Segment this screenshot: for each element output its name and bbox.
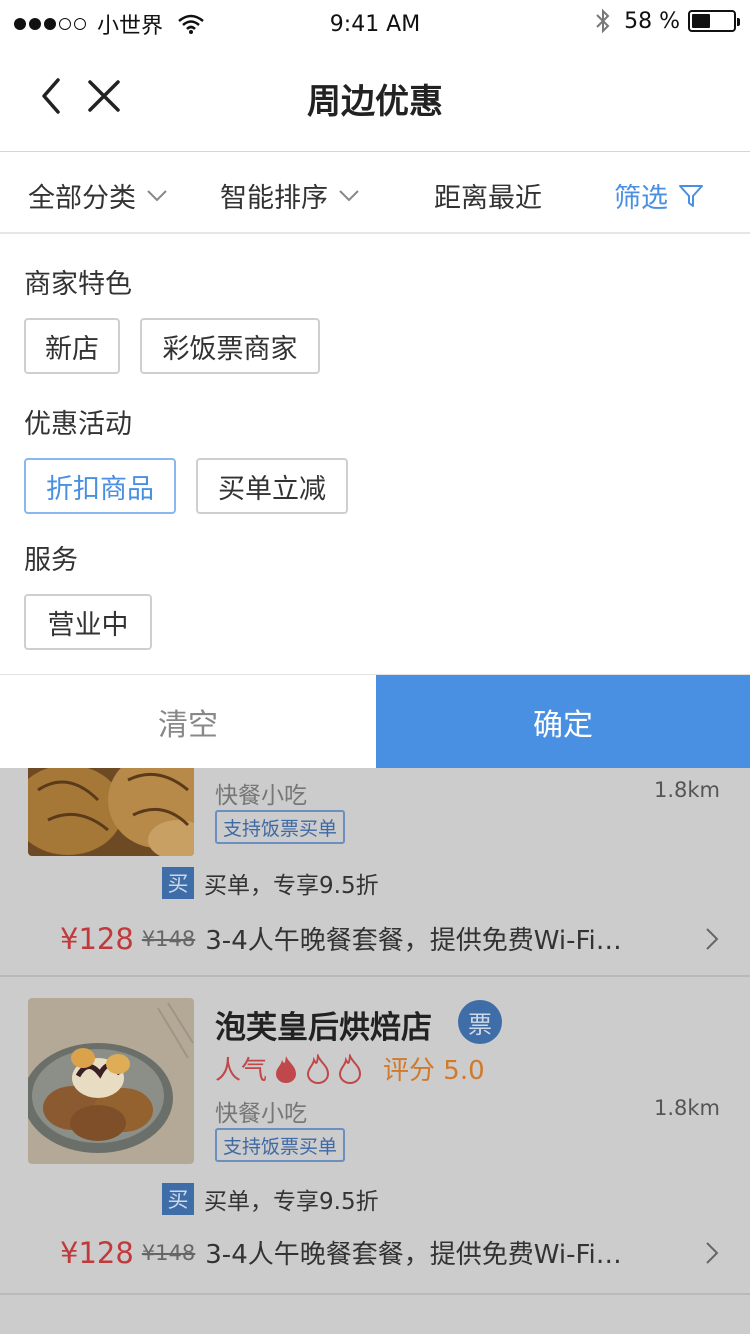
deal-original-price: ¥148 <box>141 1240 196 1265</box>
flame-filled-icon <box>276 1055 297 1083</box>
buy-discount-row: 买 买单，专享9.5折 <box>162 866 379 900</box>
tag-pay-reduction[interactable]: 买单立减 <box>196 458 348 514</box>
status-right: 58 % <box>594 8 740 34</box>
deal-price: ¥128 <box>60 1235 134 1270</box>
list-item[interactable]: 快餐小吃 1.8km 支持饭票买单 买 买单，专享9.5折 ¥128 ¥148 … <box>0 768 750 1010</box>
deal-price: ¥128 <box>60 921 134 956</box>
list-divider <box>0 1293 750 1295</box>
chevron-down-icon <box>147 189 167 201</box>
tag-discount-products[interactable]: 折扣商品 <box>24 458 176 514</box>
battery-percentage: 58 % <box>624 8 680 34</box>
buy-discount-row: 买 买单，专享9.5折 <box>162 1182 379 1216</box>
shop-distance: 1.8km <box>653 778 720 802</box>
meal-ticket-support-badge: 支持饭票买单 <box>215 810 346 844</box>
funnel-icon <box>679 184 703 207</box>
chevron-right-icon <box>706 1241 719 1264</box>
tag-open-now[interactable]: 营业中 <box>24 594 152 650</box>
shop-list-overlay[interactable]: 快餐小吃 1.8km 支持饭票买单 买 买单，专享9.5折 ¥128 ¥148 … <box>0 768 750 1334</box>
flame-outline-icon <box>307 1053 330 1084</box>
category-dropdown-label: 全部分类 <box>28 183 136 214</box>
list-item[interactable]: 泡芙皇后烘焙店 票 人气 评分 5.0 快餐小吃 1.8km 支持饭票买单 买 … <box>0 998 750 1318</box>
page-title: 周边优惠 <box>307 82 443 122</box>
filter-bar: 全部分类 智能排序 距离最近 筛选 <box>0 152 750 234</box>
buy-discount-text: 买单，专享9.5折 <box>204 1189 379 1215</box>
buy-icon: 买 <box>162 867 194 899</box>
battery-icon <box>688 10 740 32</box>
popularity-label: 人气 <box>215 1056 268 1086</box>
list-divider <box>0 975 750 977</box>
chevron-right-icon <box>706 927 719 950</box>
flame-outline-icon <box>339 1053 362 1084</box>
distance-sort-label: 距离最近 <box>434 183 542 214</box>
shop-category: 快餐小吃 <box>215 783 307 809</box>
deal-row[interactable]: ¥128 ¥148 3-4人午晚餐套餐，提供免费Wi-Fi… <box>60 920 720 957</box>
shop-thumbnail <box>28 998 194 1164</box>
sort-dropdown-label: 智能排序 <box>220 183 328 214</box>
section-title-merchant-features: 商家特色 <box>24 269 132 300</box>
shop-rating: 评分 5.0 <box>383 1056 485 1086</box>
distance-sort-option[interactable]: 距离最近 <box>434 176 542 215</box>
deal-description: 3-4人午晚餐套餐，提供免费Wi-Fi… <box>205 926 622 956</box>
section-title-promotions: 优惠活动 <box>24 409 132 440</box>
filter-panel: 商家特色 新店 彩饭票商家 优惠活动 折扣商品 买单立减 服务 营业中 <box>0 234 750 674</box>
status-bar: 小世界 9:41 AM 58 % <box>0 0 750 44</box>
meal-ticket-support-badge: 支持饭票买单 <box>215 1128 346 1162</box>
shop-thumbnail <box>28 768 194 856</box>
popularity-row: 人气 评分 5.0 <box>215 1050 485 1087</box>
shop-category: 快餐小吃 <box>215 1101 307 1127</box>
category-dropdown[interactable]: 全部分类 <box>28 176 168 215</box>
buy-discount-text: 买单，专享9.5折 <box>204 873 379 899</box>
navigation-bar: 周边优惠 <box>0 44 750 152</box>
filter-actions: 清空 确定 <box>0 674 750 769</box>
shop-name: 泡芙皇后烘焙店 <box>215 1010 432 1046</box>
clear-button[interactable]: 清空 <box>0 675 376 769</box>
bluetooth-icon <box>596 8 610 34</box>
deal-row[interactable]: ¥128 ¥148 3-4人午晚餐套餐，提供免费Wi-Fi… <box>60 1234 720 1271</box>
deal-description: 3-4人午晚餐套餐，提供免费Wi-Fi… <box>205 1240 622 1270</box>
filter-toggle-label: 筛选 <box>614 183 668 214</box>
tag-new-store[interactable]: 新店 <box>24 318 120 374</box>
buy-icon: 买 <box>162 1183 194 1215</box>
shop-distance: 1.8km <box>653 1096 720 1120</box>
deal-original-price: ¥148 <box>141 926 196 951</box>
meal-ticket-badge: 票 <box>458 1000 502 1044</box>
tag-meal-ticket-merchant[interactable]: 彩饭票商家 <box>140 318 320 374</box>
filter-toggle[interactable]: 筛选 <box>614 176 704 215</box>
confirm-button[interactable]: 确定 <box>376 675 750 769</box>
sort-dropdown[interactable]: 智能排序 <box>220 176 360 215</box>
chevron-down-icon <box>339 189 359 201</box>
section-title-services: 服务 <box>24 545 78 576</box>
